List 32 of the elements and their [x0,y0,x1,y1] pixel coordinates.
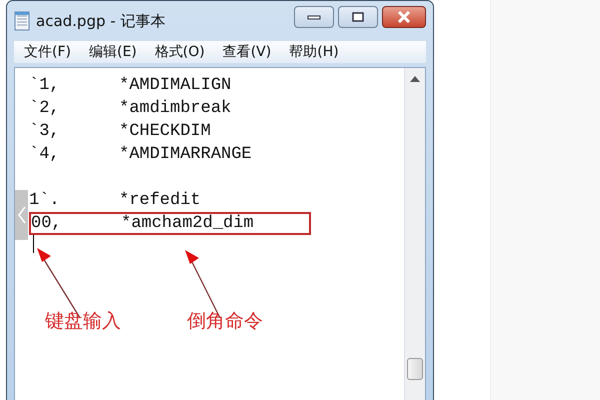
line-number-text: `3, [29,122,61,141]
minimize-button[interactable] [294,6,334,28]
command-text: *AMDIMARRANGE [119,145,252,164]
line-number-text: `2, [29,99,61,118]
minimize-icon [307,13,321,21]
close-button[interactable] [382,6,426,28]
command-text: *CHECKDIM [119,122,211,141]
command-text: *amdimbreak [119,99,232,118]
menu-item[interactable]: 查看(V) [222,43,272,61]
scrollbar[interactable] [404,68,425,400]
maximize-icon [352,12,364,22]
command-text: *refedit [119,191,201,210]
annotation-label: 倒角命令 [187,309,263,334]
annotation-label: 键盘输入 [45,309,121,334]
menu-item[interactable]: 文件(F) [24,43,71,61]
scroll-thumb[interactable] [407,358,423,380]
line-number-text: `1, [29,76,61,95]
line-number-text: 1`. [29,191,61,210]
notepad-icon [14,11,30,31]
line-number-text: `4, [29,145,61,164]
menu-item[interactable]: 格式(O) [154,43,205,61]
chevron-left-icon [18,206,26,224]
maximize-button[interactable] [338,6,378,28]
command-text: *AMDIMALIGN [119,76,232,95]
text-cursor [33,235,34,253]
command-text: *amcham2d_dim [121,214,254,233]
close-icon [397,11,411,23]
menu-item[interactable]: 帮助(H) [289,43,339,61]
line-number-text: 00, [31,214,63,233]
scroll-up-icon [410,76,420,82]
window-title: acad.pgp - 记事本 [36,12,166,30]
menu-item[interactable]: 编辑(E) [88,43,137,61]
